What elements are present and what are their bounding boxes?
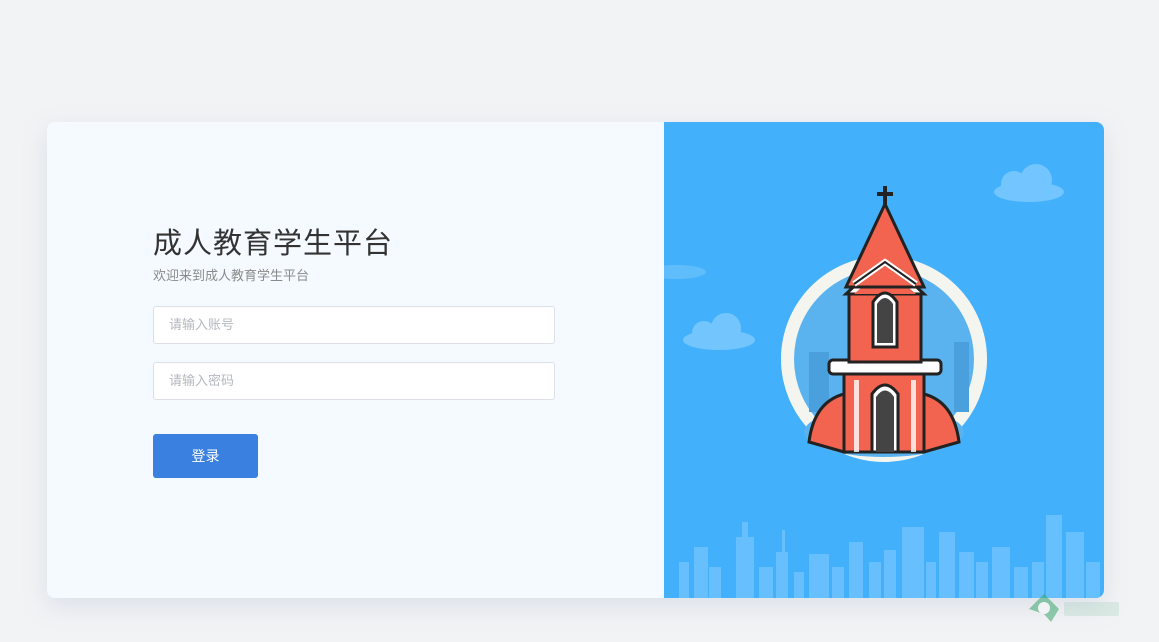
account-input[interactable] xyxy=(153,306,555,344)
illustration-panel xyxy=(664,122,1104,598)
login-card: 成人教育学生平台 欢迎来到成人教育学生平台 登录 xyxy=(47,122,1104,598)
login-form-panel: 成人教育学生平台 欢迎来到成人教育学生平台 登录 xyxy=(47,122,664,598)
page-title: 成人教育学生平台 xyxy=(153,226,394,260)
password-input[interactable] xyxy=(153,362,555,400)
illustration xyxy=(664,164,1100,598)
login-button[interactable]: 登录 xyxy=(153,434,258,478)
watermark-logo xyxy=(1029,594,1119,622)
church-icon xyxy=(781,186,987,462)
page-subtitle: 欢迎来到成人教育学生平台 xyxy=(153,269,310,284)
